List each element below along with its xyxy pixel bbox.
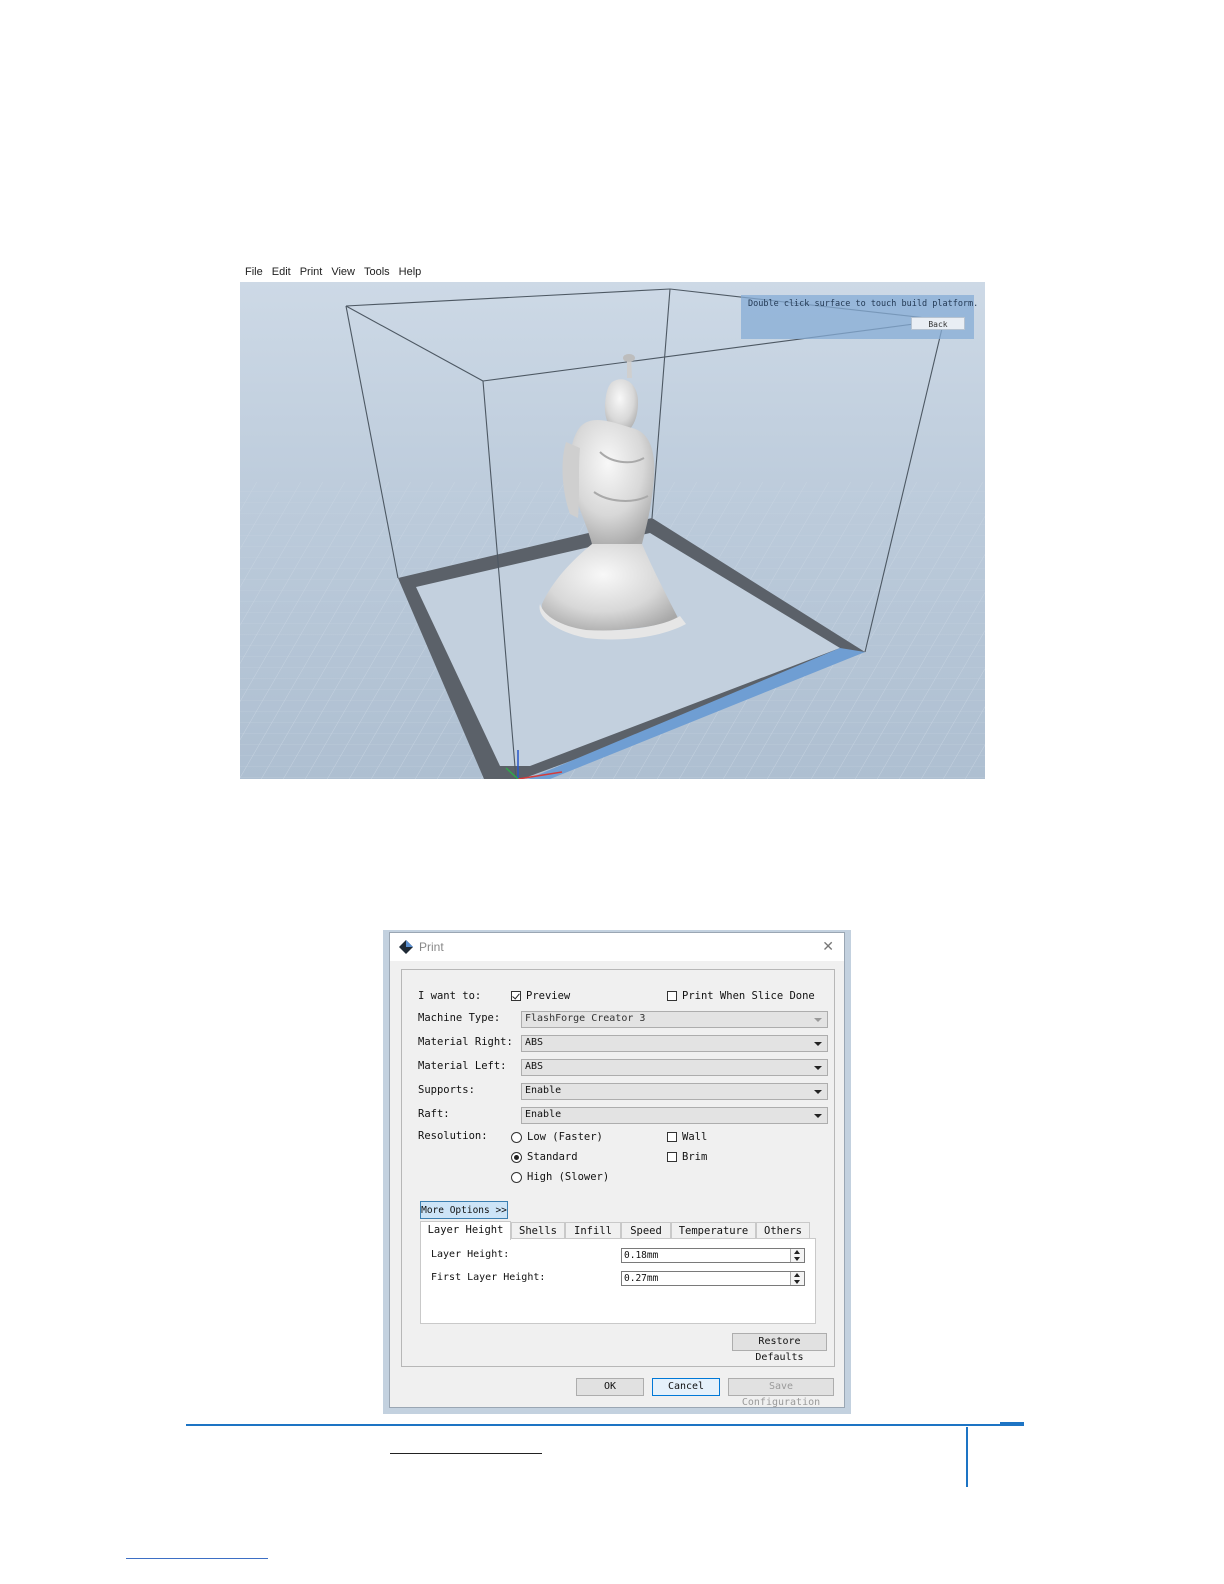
supports-value: Enable — [525, 1085, 562, 1096]
arrow-down-icon — [794, 1280, 800, 1284]
machine-type-value: FlashForge Creator 3 — [525, 1013, 646, 1024]
cancel-button[interactable]: Cancel — [652, 1378, 720, 1396]
dialog-title: Print — [419, 940, 444, 954]
machine-type-select[interactable]: FlashForge Creator 3 — [521, 1011, 828, 1028]
ok-button[interactable]: OK — [576, 1378, 644, 1396]
arrow-up-icon — [794, 1273, 800, 1277]
raft-select[interactable]: Enable — [521, 1107, 828, 1124]
resolution-high-label: High (Slower) — [527, 1171, 610, 1183]
chevron-down-icon — [814, 1090, 822, 1094]
menu-file[interactable]: File — [245, 266, 263, 278]
tab-temperature[interactable]: Temperature — [671, 1222, 756, 1238]
menu-bar: File Edit Print View Tools Help — [240, 262, 985, 282]
resolution-high-radio[interactable] — [511, 1172, 522, 1183]
resolution-standard-label: Standard — [527, 1151, 578, 1163]
footnote-link-underline — [126, 1558, 268, 1559]
chevron-down-icon — [814, 1018, 822, 1022]
menu-tools[interactable]: Tools — [364, 266, 390, 278]
layer-height-panel: Layer Height: 0.18mm First Layer Height:… — [420, 1238, 816, 1324]
material-right-select[interactable]: ABS — [521, 1035, 828, 1052]
arrow-down-icon — [794, 1257, 800, 1261]
brim-checkbox[interactable] — [667, 1152, 677, 1162]
machine-type-label: Machine Type: — [418, 1012, 501, 1024]
menu-print[interactable]: Print — [300, 266, 323, 278]
tab-speed[interactable]: Speed — [621, 1222, 671, 1238]
raft-label: Raft: — [418, 1108, 450, 1120]
material-left-select[interactable]: ABS — [521, 1059, 828, 1076]
supports-label: Supports: — [418, 1084, 475, 1096]
wall-label: Wall — [682, 1131, 708, 1143]
chevron-down-icon — [814, 1066, 822, 1070]
footer-rule — [186, 1424, 1024, 1426]
print-dialog-screenshot: Print ✕ I want to: Preview Print When Sl… — [383, 930, 851, 1414]
viewer-screenshot: File Edit Print View Tools Help Double c… — [240, 262, 985, 779]
material-left-value: ABS — [525, 1061, 544, 1072]
print-when-done-checkbox[interactable] — [667, 991, 677, 1001]
close-icon[interactable]: ✕ — [822, 939, 834, 953]
first-layer-height-stepper[interactable] — [790, 1272, 804, 1285]
layer-height-spinbox[interactable]: 0.18mm — [621, 1248, 805, 1263]
resolution-label: Resolution: — [418, 1130, 488, 1142]
tab-others[interactable]: Others — [756, 1222, 810, 1238]
print-dialog: Print ✕ I want to: Preview Print When Sl… — [389, 932, 845, 1408]
first-layer-height-spinbox[interactable]: 0.27mm — [621, 1271, 805, 1286]
more-options-button[interactable]: More Options >> — [420, 1201, 508, 1219]
raft-value: Enable — [525, 1109, 562, 1120]
layer-height-label: Layer Height: — [431, 1249, 510, 1260]
print-when-done-label: Print When Slice Done — [682, 990, 815, 1002]
menu-help[interactable]: Help — [399, 266, 422, 278]
footer-rule-tick — [1000, 1422, 1024, 1424]
material-right-label: Material Right: — [418, 1036, 513, 1048]
viewport-scene — [240, 288, 985, 779]
save-configuration-button[interactable]: Save Configuration — [728, 1378, 834, 1408]
dialog-titlebar: Print ✕ — [390, 933, 844, 961]
footer-page-divider — [966, 1427, 968, 1487]
touch-platform-hint: Double click surface to touch build plat… — [741, 295, 978, 339]
print-options-frame: I want to: Preview Print When Slice Done… — [401, 969, 835, 1367]
tab-infill[interactable]: Infill — [565, 1222, 621, 1238]
i-want-to-label: I want to: — [418, 990, 482, 1002]
resolution-low-radio[interactable] — [511, 1132, 522, 1143]
hint-text: Double click surface to touch build plat… — [748, 299, 979, 309]
preview-checkbox[interactable] — [511, 991, 521, 1001]
arrow-up-icon — [794, 1250, 800, 1254]
material-left-label: Material Left: — [418, 1060, 507, 1072]
brim-label: Brim — [682, 1151, 708, 1163]
first-layer-height-value: 0.27mm — [624, 1273, 659, 1284]
flashforge-app-icon — [399, 940, 413, 954]
tab-shells[interactable]: Shells — [511, 1222, 565, 1238]
resolution-standard-radio[interactable] — [511, 1152, 522, 1163]
back-button[interactable]: Back — [911, 317, 965, 330]
preview-label: Preview — [526, 990, 571, 1002]
first-layer-height-label: First Layer Height: — [431, 1272, 546, 1283]
restore-defaults-button[interactable]: Restore Defaults — [732, 1333, 827, 1363]
tab-layer-height[interactable]: Layer Height — [420, 1221, 511, 1240]
layer-height-stepper[interactable] — [790, 1249, 804, 1262]
chevron-down-icon — [814, 1114, 822, 1118]
wall-checkbox[interactable] — [667, 1132, 677, 1142]
chevron-down-icon — [814, 1042, 822, 1046]
footer-underline — [390, 1453, 542, 1454]
resolution-low-label: Low (Faster) — [527, 1131, 603, 1143]
material-right-value: ABS — [525, 1037, 544, 1048]
layer-height-value: 0.18mm — [624, 1250, 659, 1261]
settings-tabs: Layer Height Shells Infill Speed Tempera… — [420, 1221, 810, 1240]
3d-viewport[interactable]: Double click surface to touch build plat… — [240, 282, 985, 779]
supports-select[interactable]: Enable — [521, 1083, 828, 1100]
menu-edit[interactable]: Edit — [272, 266, 291, 278]
menu-view[interactable]: View — [331, 266, 355, 278]
